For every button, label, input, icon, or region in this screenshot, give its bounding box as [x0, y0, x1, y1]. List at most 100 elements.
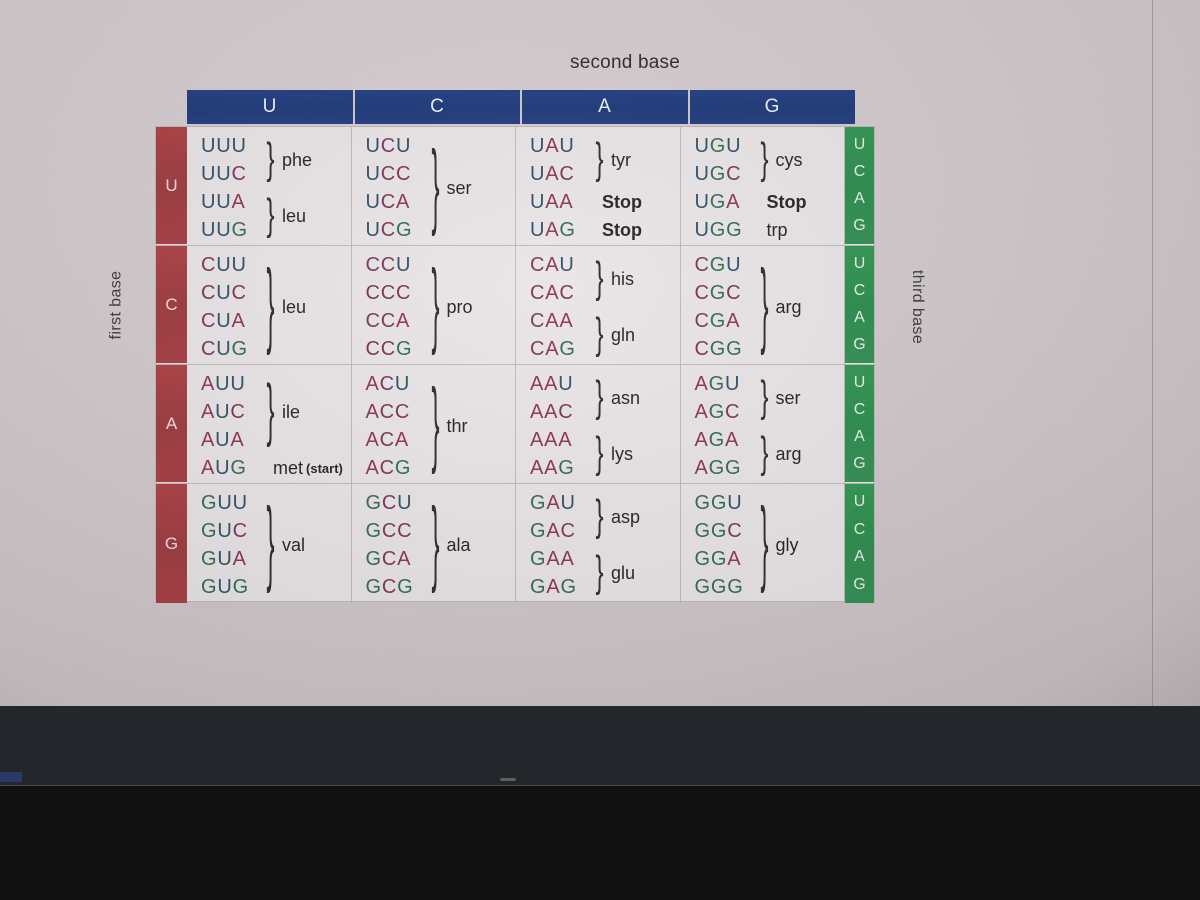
third-base-letter: A — [854, 548, 865, 566]
amino-acid-label-cys: cys — [775, 149, 803, 170]
third-base-cell-c: UCAG — [845, 246, 874, 364]
third-base-letter: C — [853, 281, 866, 299]
codon-ucg: UCG — [365, 218, 413, 241]
third-base-letter: U — [853, 254, 866, 272]
amino-acid-group: } lys — [594, 426, 633, 482]
codon-row-a: A AUU AUC AUA AUG met (start)} ile ACU ACC ACA ACG}… — [156, 365, 874, 484]
codon-uua: UUA — [201, 190, 246, 213]
codon-cell-g-c: GCU GCC GCA GCG} ala — [352, 484, 516, 603]
codon-aaa: AAA — [530, 428, 573, 451]
codon-ccc: CCC — [365, 281, 412, 304]
third-base-letter: A — [854, 428, 865, 446]
third-base-letter: G — [853, 217, 866, 235]
codon-ggc: GGC — [694, 519, 743, 542]
codon-brace: } — [595, 492, 604, 541]
codon-row-u: U UUU UUC UUA UUG} phe} leu UCU UCC UCA UCG} ser UAU… — [156, 127, 874, 246]
codon-ugc: UGC — [694, 162, 742, 185]
codon-brace: } — [759, 373, 769, 422]
codon-brace: } — [595, 373, 604, 422]
codon-cell-a-c: ACU ACC ACA ACG} thr — [352, 365, 516, 483]
codon-agg: AGG — [694, 456, 742, 479]
second-base-header-a: A — [522, 90, 690, 124]
monitor-bezel-upper — [0, 706, 1200, 788]
codon-line: UAG Stop — [530, 216, 680, 244]
codon-line: UAA Stop — [530, 188, 680, 216]
third-base-cell-u: UCAG — [845, 127, 874, 245]
codon-brace: } — [759, 253, 769, 358]
codon-uaa: UAA — [530, 190, 574, 213]
amino-acid-label-arg: arg — [775, 296, 802, 317]
codon-line: UGA Stop — [695, 188, 845, 216]
codon-brace: } — [430, 134, 440, 239]
amino-acid-label-leu: leu — [282, 296, 307, 317]
amino-acid-group: } his — [594, 251, 634, 307]
codon-cell-c-a: CAU CAC CAA CAG} his} gln — [516, 246, 681, 364]
amino-acid-group: } tyr — [594, 132, 631, 188]
amino-acid-group: } phe — [265, 132, 312, 188]
third-base-letter: G — [853, 336, 866, 354]
amino-acid-group: } val — [265, 489, 305, 601]
amino-acid-label-ala: ala — [446, 534, 471, 555]
third-base-letter: C — [853, 162, 866, 180]
amino-acid-label-leu: leu — [282, 205, 307, 226]
codon-gcc: GCC — [365, 519, 413, 542]
second-base-header-u: U — [187, 90, 355, 124]
codon-row-c: C CUU CUC CUA CUG} leu CCU CCC CCA CCG} pro CAU CAC C… — [156, 246, 874, 365]
amino-acid-group: } asp — [594, 489, 640, 545]
amino-acid-group: } leu — [265, 251, 306, 363]
amino-acid-label-glu: glu — [611, 562, 636, 583]
third-base-letter: A — [854, 190, 865, 208]
third-base-cell-a: UCAG — [845, 365, 874, 483]
amino-acid-label-ser: ser — [446, 177, 472, 198]
codon-agc: AGC — [694, 400, 741, 423]
codon-cell-u-c: UCU UCC UCA UCG} ser — [352, 127, 516, 245]
amino-acid-label-ile: ile — [282, 401, 301, 422]
column-header-row: UCAG — [187, 90, 855, 124]
codon-brace: } — [266, 135, 275, 184]
bezel-notch — [500, 778, 516, 781]
third-base-cell-g: UCAG — [845, 484, 874, 603]
codon-uac: UAC — [530, 162, 575, 185]
codon-cau: CAU — [530, 253, 575, 276]
amino-acid-label-val: val — [282, 534, 306, 555]
codon-gga: GGA — [694, 547, 742, 570]
photographed-screen: second base first base third base UCAG U… — [0, 0, 1200, 712]
codon-gug: GUG — [201, 575, 249, 598]
codon-aug: AUG — [201, 456, 247, 479]
codon-uag: UAG — [530, 218, 576, 241]
codon-line: AUG met (start) — [201, 454, 351, 482]
codon-gac: GAC — [530, 519, 576, 542]
codon-ugg: UGG — [694, 218, 743, 241]
codon-brace: } — [759, 135, 769, 184]
codon-caa: CAA — [530, 309, 574, 332]
taskbar-glint — [0, 772, 22, 782]
amino-acid-group: } arg — [759, 426, 802, 482]
codon-gua: GUA — [201, 547, 247, 570]
amino-acid-label-arg: arg — [775, 443, 802, 464]
codon-cell-c-u: CUU CUC CUA CUG} leu — [187, 246, 352, 364]
codon-cga: CGA — [694, 309, 741, 332]
third-base-letter: A — [854, 309, 865, 327]
third-base-axis-label: third base — [909, 269, 927, 345]
codon-acu: ACU — [365, 372, 411, 395]
codon-cua: CUA — [201, 309, 246, 332]
amino-acid-group: } leu — [265, 188, 306, 244]
second-base-header-c: C — [354, 90, 522, 124]
codon-brace: } — [430, 253, 440, 358]
codon-cuc: CUC — [201, 281, 247, 304]
codon-brace: } — [266, 253, 275, 358]
codon-acc: ACC — [365, 400, 411, 423]
amino-acid-group: } ser — [430, 132, 472, 244]
codon-cell-g-a: GAU GAC GAA GAG} asp} glu — [516, 484, 681, 603]
codon-brace: } — [266, 191, 275, 240]
codon-brace: } — [759, 491, 769, 596]
codon-ccu: CCU — [365, 253, 412, 276]
first-base-cell-u: U — [156, 127, 187, 245]
codon-gag: GAG — [530, 575, 577, 598]
amino-acid-label-asp: asp — [611, 506, 641, 527]
amino-acid-group: } thr — [430, 370, 468, 482]
first-base-cell-g: G — [156, 484, 187, 603]
codon-acg: ACG — [365, 456, 412, 479]
codon-line: UGG trp — [695, 216, 845, 244]
amino-acid-group: } arg — [759, 251, 802, 363]
